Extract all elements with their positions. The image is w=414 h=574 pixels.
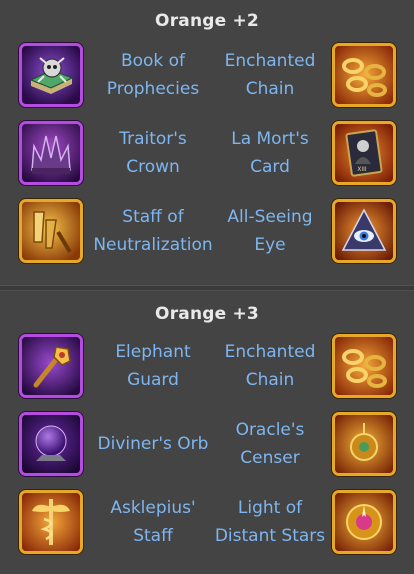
item-name-diviners-orb: Diviner's Orb xyxy=(97,434,209,454)
enchanted-chain-icon[interactable] xyxy=(332,43,396,107)
la-morts-card-icon[interactable]: XIII xyxy=(332,121,396,185)
enchanted-chain-icon[interactable] xyxy=(332,334,396,398)
item-row: Traitor's Crown La Mort's Card XIII xyxy=(0,121,414,193)
item-name-light-of-distant-stars: Light of Distant Stars xyxy=(214,498,326,546)
oracles-censer-icon[interactable] xyxy=(332,412,396,476)
item-name-la-morts-card: La Mort's Card xyxy=(231,129,309,177)
item-name-enchanted-chain: Enchanted Chain xyxy=(224,51,316,99)
light-of-distant-stars-icon[interactable] xyxy=(332,490,396,554)
asklepius-staff-icon[interactable] xyxy=(19,490,83,554)
item-list-page: Orange +2 Book of Prophecies Enchanted C… xyxy=(0,0,414,574)
traitors-crown-icon[interactable] xyxy=(19,121,83,185)
staff-of-neutralization-icon[interactable] xyxy=(19,199,83,263)
book-of-prophecies-icon[interactable] xyxy=(19,43,83,107)
elephant-guard-icon[interactable] xyxy=(19,334,83,398)
item-name-asklepius-staff: Asklepius' Staff xyxy=(110,498,196,546)
section-orange-plus-3: Orange +3 Elephant Guard Enchanted Chain xyxy=(0,291,414,574)
item-row: Asklepius' Staff Light of Distant Stars xyxy=(0,490,414,562)
item-row: Book of Prophecies Enchanted Chain xyxy=(0,43,414,115)
item-name-staff-of-neutralization: Staff of Neutralization xyxy=(93,207,213,255)
item-row: Elephant Guard Enchanted Chain xyxy=(0,334,414,406)
item-name-oracles-censer: Oracle's Censer xyxy=(235,420,305,468)
section-title: Orange +2 xyxy=(155,11,259,31)
all-seeing-eye-icon[interactable] xyxy=(332,199,396,263)
diviners-orb-icon[interactable] xyxy=(19,412,83,476)
item-name-all-seeing-eye: All-Seeing Eye xyxy=(227,207,313,255)
item-row: Staff of Neutralization All-Seeing Eye xyxy=(0,199,414,271)
section-orange-plus-2: Orange +2 Book of Prophecies Enchanted C… xyxy=(0,0,414,285)
svg-text:XIII: XIII xyxy=(357,166,367,173)
item-name-elephant-guard: Elephant Guard xyxy=(115,342,191,390)
item-name-traitors-crown: Traitor's Crown xyxy=(119,129,187,177)
item-name-enchanted-chain: Enchanted Chain xyxy=(224,342,316,390)
item-name-book-of-prophecies: Book of Prophecies xyxy=(106,51,200,99)
item-row: Diviner's Orb Oracle's Censer xyxy=(0,412,414,484)
section-title: Orange +3 xyxy=(155,304,259,324)
